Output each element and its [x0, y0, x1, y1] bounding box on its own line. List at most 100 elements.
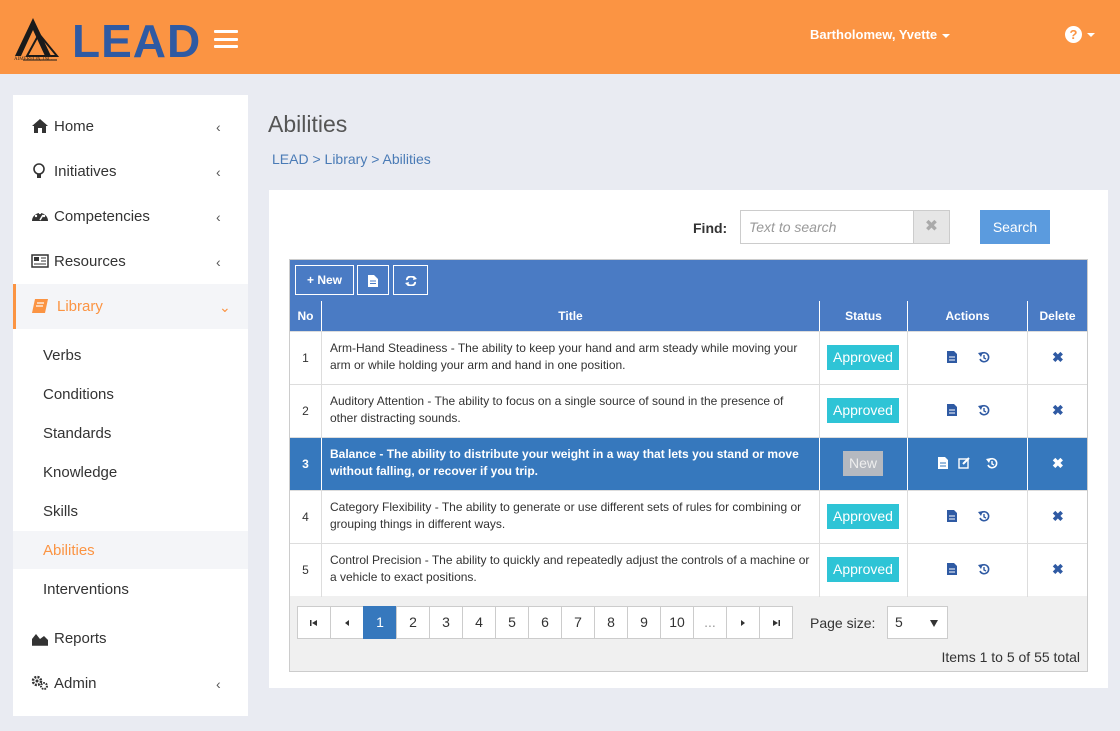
- newspaper-icon: [31, 254, 49, 268]
- view-document-icon[interactable]: [946, 509, 958, 523]
- sidebar-item-library[interactable]: Library ⌄: [13, 284, 248, 329]
- status-badge: Approved: [827, 398, 899, 423]
- table-row[interactable]: 5 Control Precision - The ability to qui…: [290, 543, 1087, 597]
- sidebar-subitem-abilities[interactable]: Abilities: [13, 531, 248, 569]
- sidebar-subitem-standards[interactable]: Standards: [13, 414, 248, 452]
- view-document-icon[interactable]: [937, 456, 949, 470]
- page-button-7[interactable]: 7: [561, 606, 595, 639]
- delete-icon[interactable]: ✖: [1052, 402, 1064, 419]
- sidebar-subitem-skills[interactable]: Skills: [13, 492, 248, 530]
- sidebar-item-label: Resources: [54, 253, 126, 270]
- search-input[interactable]: [740, 210, 914, 244]
- hamburger-menu-icon[interactable]: [214, 30, 238, 48]
- delete-icon[interactable]: ✖: [1052, 508, 1064, 525]
- sidebar-item-label: Library: [57, 298, 103, 315]
- column-header-no[interactable]: No: [290, 301, 321, 331]
- row-title: Balance - The ability to distribute your…: [321, 438, 819, 491]
- history-icon[interactable]: [978, 509, 990, 523]
- row-title: Control Precision - The ability to quick…: [321, 544, 819, 597]
- page-button-2[interactable]: 2: [396, 606, 430, 639]
- status-badge: Approved: [827, 345, 899, 370]
- edit-icon[interactable]: [958, 456, 970, 470]
- page-size-select[interactable]: 5: [887, 606, 948, 639]
- actions-cell: [907, 491, 1027, 544]
- view-document-icon[interactable]: [946, 403, 958, 417]
- table-row-selected[interactable]: 3 Balance - The ability to distribute yo…: [290, 437, 1087, 491]
- page-button-4[interactable]: 4: [462, 606, 496, 639]
- status-cell: New: [819, 438, 907, 491]
- first-page-button[interactable]: [297, 606, 331, 639]
- dropdown-caret-icon: [930, 620, 938, 627]
- new-button[interactable]: + New: [295, 265, 354, 295]
- row-title: Arm-Hand Steadiness - The ability to kee…: [321, 332, 819, 385]
- app-logo-text[interactable]: LEAD: [72, 14, 201, 68]
- sidebar-subitem-knowledge[interactable]: Knowledge: [13, 453, 248, 491]
- clear-search-button[interactable]: ✖: [913, 210, 950, 244]
- user-caret-icon: [942, 33, 951, 38]
- page-title: Abilities: [268, 111, 348, 137]
- user-menu[interactable]: Bartholomew, Yvette: [810, 27, 951, 42]
- last-page-button[interactable]: [759, 606, 793, 639]
- sidebar-item-initiatives[interactable]: Initiatives ‹: [13, 149, 248, 194]
- history-icon[interactable]: [978, 562, 990, 576]
- sidebar-item-admin[interactable]: Admin ‹: [13, 661, 248, 706]
- page-button-8[interactable]: 8: [594, 606, 628, 639]
- sidebar-item-resources[interactable]: Resources ‹: [13, 239, 248, 284]
- delete-cell: ✖: [1027, 385, 1087, 438]
- history-icon[interactable]: [978, 403, 990, 417]
- area-chart-icon: [32, 634, 48, 646]
- page-button-1[interactable]: 1: [363, 606, 397, 639]
- sidebar: Home ‹ Initiatives ‹ Competencies ‹ Reso…: [13, 95, 248, 716]
- delete-icon[interactable]: ✖: [1052, 561, 1064, 578]
- sidebar-subitem-conditions[interactable]: Conditions: [13, 375, 248, 413]
- sidebar-item-label: Reports: [54, 630, 107, 647]
- column-header-status[interactable]: Status: [819, 301, 907, 331]
- sidebar-item-reports[interactable]: Reports: [13, 616, 248, 661]
- column-header-delete: Delete: [1027, 301, 1087, 331]
- search-button[interactable]: Search: [980, 210, 1050, 244]
- first-page-icon: [310, 620, 317, 627]
- sidebar-subitem-verbs[interactable]: Verbs: [13, 336, 248, 374]
- next-page-icon: [741, 620, 745, 627]
- sidebar-item-label: Initiatives: [54, 163, 117, 180]
- delete-icon[interactable]: ✖: [1052, 349, 1064, 366]
- chevron-left-icon: ‹: [216, 676, 221, 692]
- refresh-button[interactable]: [393, 265, 428, 295]
- history-icon[interactable]: [978, 350, 990, 364]
- page-size-label: Page size:: [810, 615, 876, 631]
- history-icon[interactable]: [986, 456, 998, 470]
- sidebar-subitem-label: Skills: [43, 503, 79, 520]
- view-document-icon[interactable]: [946, 562, 958, 576]
- page-button-9[interactable]: 9: [627, 606, 661, 639]
- export-button[interactable]: [357, 265, 389, 295]
- page-button-6[interactable]: 6: [528, 606, 562, 639]
- help-caret-icon: [1087, 32, 1095, 37]
- next-page-button[interactable]: [726, 606, 760, 639]
- delete-icon[interactable]: ✖: [1052, 455, 1064, 472]
- chevron-left-icon: ‹: [216, 254, 221, 270]
- row-number: 4: [302, 510, 309, 524]
- table-row[interactable]: 2 Auditory Attention - The ability to fo…: [290, 384, 1087, 438]
- view-document-icon[interactable]: [946, 350, 958, 364]
- sidebar-item-competencies[interactable]: Competencies ‹: [13, 194, 248, 239]
- sidebar-subitem-label: Interventions: [43, 581, 129, 598]
- help-menu[interactable]: ?: [1065, 26, 1095, 44]
- sidebar-subitem-interventions[interactable]: Interventions: [13, 570, 248, 608]
- page-button-10[interactable]: 10: [660, 606, 694, 639]
- top-navbar: AIMEREON, INC LEAD Bartholomew, Yvette ?: [0, 0, 1120, 74]
- table-row[interactable]: 4 Category Flexibility - The ability to …: [290, 490, 1087, 544]
- table-row[interactable]: 1 Arm-Hand Steadiness - The ability to k…: [290, 331, 1087, 385]
- sidebar-item-home[interactable]: Home ‹: [13, 104, 248, 149]
- page-button-5[interactable]: 5: [495, 606, 529, 639]
- prev-page-button[interactable]: [330, 606, 364, 639]
- page-button-3[interactable]: 3: [429, 606, 463, 639]
- book-icon: [32, 299, 48, 313]
- row-title: Auditory Attention - The ability to focu…: [321, 385, 819, 438]
- column-header-title[interactable]: Title: [321, 301, 819, 331]
- more-pages-button[interactable]: ...: [693, 606, 727, 639]
- page-size-value: 5: [895, 614, 903, 630]
- breadcrumb[interactable]: LEAD > Library > Abilities: [272, 151, 431, 167]
- chevron-down-icon: ⌄: [219, 299, 231, 315]
- actions-cell: [907, 385, 1027, 438]
- status-badge: New: [843, 451, 884, 476]
